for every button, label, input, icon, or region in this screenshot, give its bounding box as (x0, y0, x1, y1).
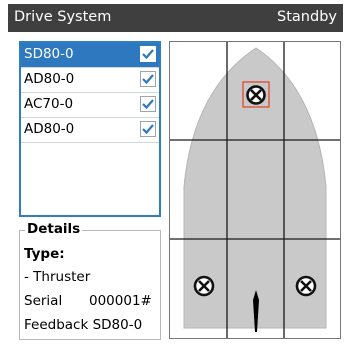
starboard-stern-thruster-icon[interactable] (295, 275, 317, 297)
port-stern-thruster-icon[interactable] (193, 275, 215, 297)
check-icon (142, 99, 154, 110)
title-bar: Drive System Standby (8, 4, 343, 32)
device-name: AD80-0 (24, 71, 75, 87)
status-label: Standby (277, 9, 337, 25)
details-panel: Details Type: - Thruster Serial 000001# … (19, 221, 161, 340)
details-heading: Details (25, 221, 83, 237)
device-row[interactable]: AD80-0 (21, 118, 159, 143)
type-label: Type: (24, 246, 65, 262)
boat-diagram (170, 42, 340, 338)
device-checkbox[interactable] (140, 46, 156, 62)
device-list[interactable]: SD80-0 AD80-0 AC70-0 AD80-0 (19, 41, 161, 217)
boat-view[interactable] (169, 41, 341, 339)
type-value: - Thruster (24, 269, 91, 285)
device-checkbox[interactable] (140, 121, 156, 137)
device-checkbox[interactable] (140, 71, 156, 87)
check-icon (142, 124, 154, 135)
device-name: AC70-0 (24, 96, 74, 112)
device-row[interactable]: SD80-0 (21, 43, 159, 68)
drive-system-window: Drive System Standby SD80-0 AD80-0 AC70-… (0, 0, 347, 345)
check-icon (142, 49, 154, 60)
window-title: Drive System (14, 9, 112, 25)
serial-value: 000001# (89, 293, 152, 309)
feedback-label: Feedback SD80-0 (24, 317, 143, 333)
device-row[interactable]: AD80-0 (21, 68, 159, 93)
device-name: AD80-0 (24, 121, 75, 137)
serial-label: Serial (24, 293, 63, 309)
device-checkbox[interactable] (140, 96, 156, 112)
check-icon (142, 74, 154, 85)
device-row[interactable]: AC70-0 (21, 93, 159, 118)
device-name: SD80-0 (24, 46, 74, 62)
